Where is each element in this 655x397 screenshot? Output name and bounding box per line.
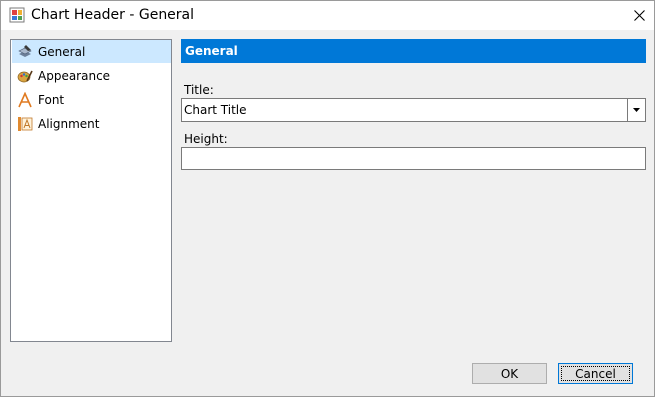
cancel-button-label: Cancel — [575, 366, 616, 381]
title-bar[interactable]: Chart Header - General — [1, 1, 654, 30]
font-icon — [18, 91, 32, 107]
sidebar-item-alignment[interactable]: Alignment — [12, 112, 171, 135]
height-textbox[interactable] — [181, 147, 646, 170]
alignment-icon — [18, 116, 33, 131]
close-icon — [633, 10, 645, 21]
ok-button-label: OK — [500, 366, 519, 381]
chart-app-icon — [9, 7, 25, 23]
sidebar-item-label: Font — [38, 92, 65, 107]
section-title: General — [185, 44, 238, 58]
window-title: Chart Header - General — [31, 7, 195, 23]
chevron-down-icon — [633, 108, 640, 112]
height-field-label: Height: — [184, 132, 228, 146]
general-icon — [18, 44, 32, 57]
sidebar-item-label: Alignment — [38, 116, 100, 131]
sidebar-item-font[interactable]: Font — [12, 88, 171, 111]
ok-button[interactable]: OK — [472, 363, 547, 384]
close-button[interactable] — [624, 1, 654, 30]
title-field-label: Title: — [184, 83, 214, 97]
title-combobox[interactable] — [181, 98, 646, 122]
section-header: General — [181, 39, 646, 63]
sidebar-item-label: General — [38, 44, 86, 59]
height-input[interactable] — [182, 148, 645, 167]
cancel-button[interactable]: Cancel — [558, 363, 633, 384]
sidebar-item-general[interactable]: General — [12, 40, 171, 63]
category-list[interactable]: General Appearance Font Alignment — [10, 39, 172, 342]
appearance-icon — [17, 70, 33, 82]
title-dropdown-button[interactable] — [627, 99, 645, 121]
sidebar-item-appearance[interactable]: Appearance — [12, 64, 171, 87]
sidebar-item-label: Appearance — [38, 68, 111, 83]
title-input[interactable] — [182, 99, 624, 121]
dialog-window: Chart Header - General General Appearanc… — [0, 0, 655, 397]
